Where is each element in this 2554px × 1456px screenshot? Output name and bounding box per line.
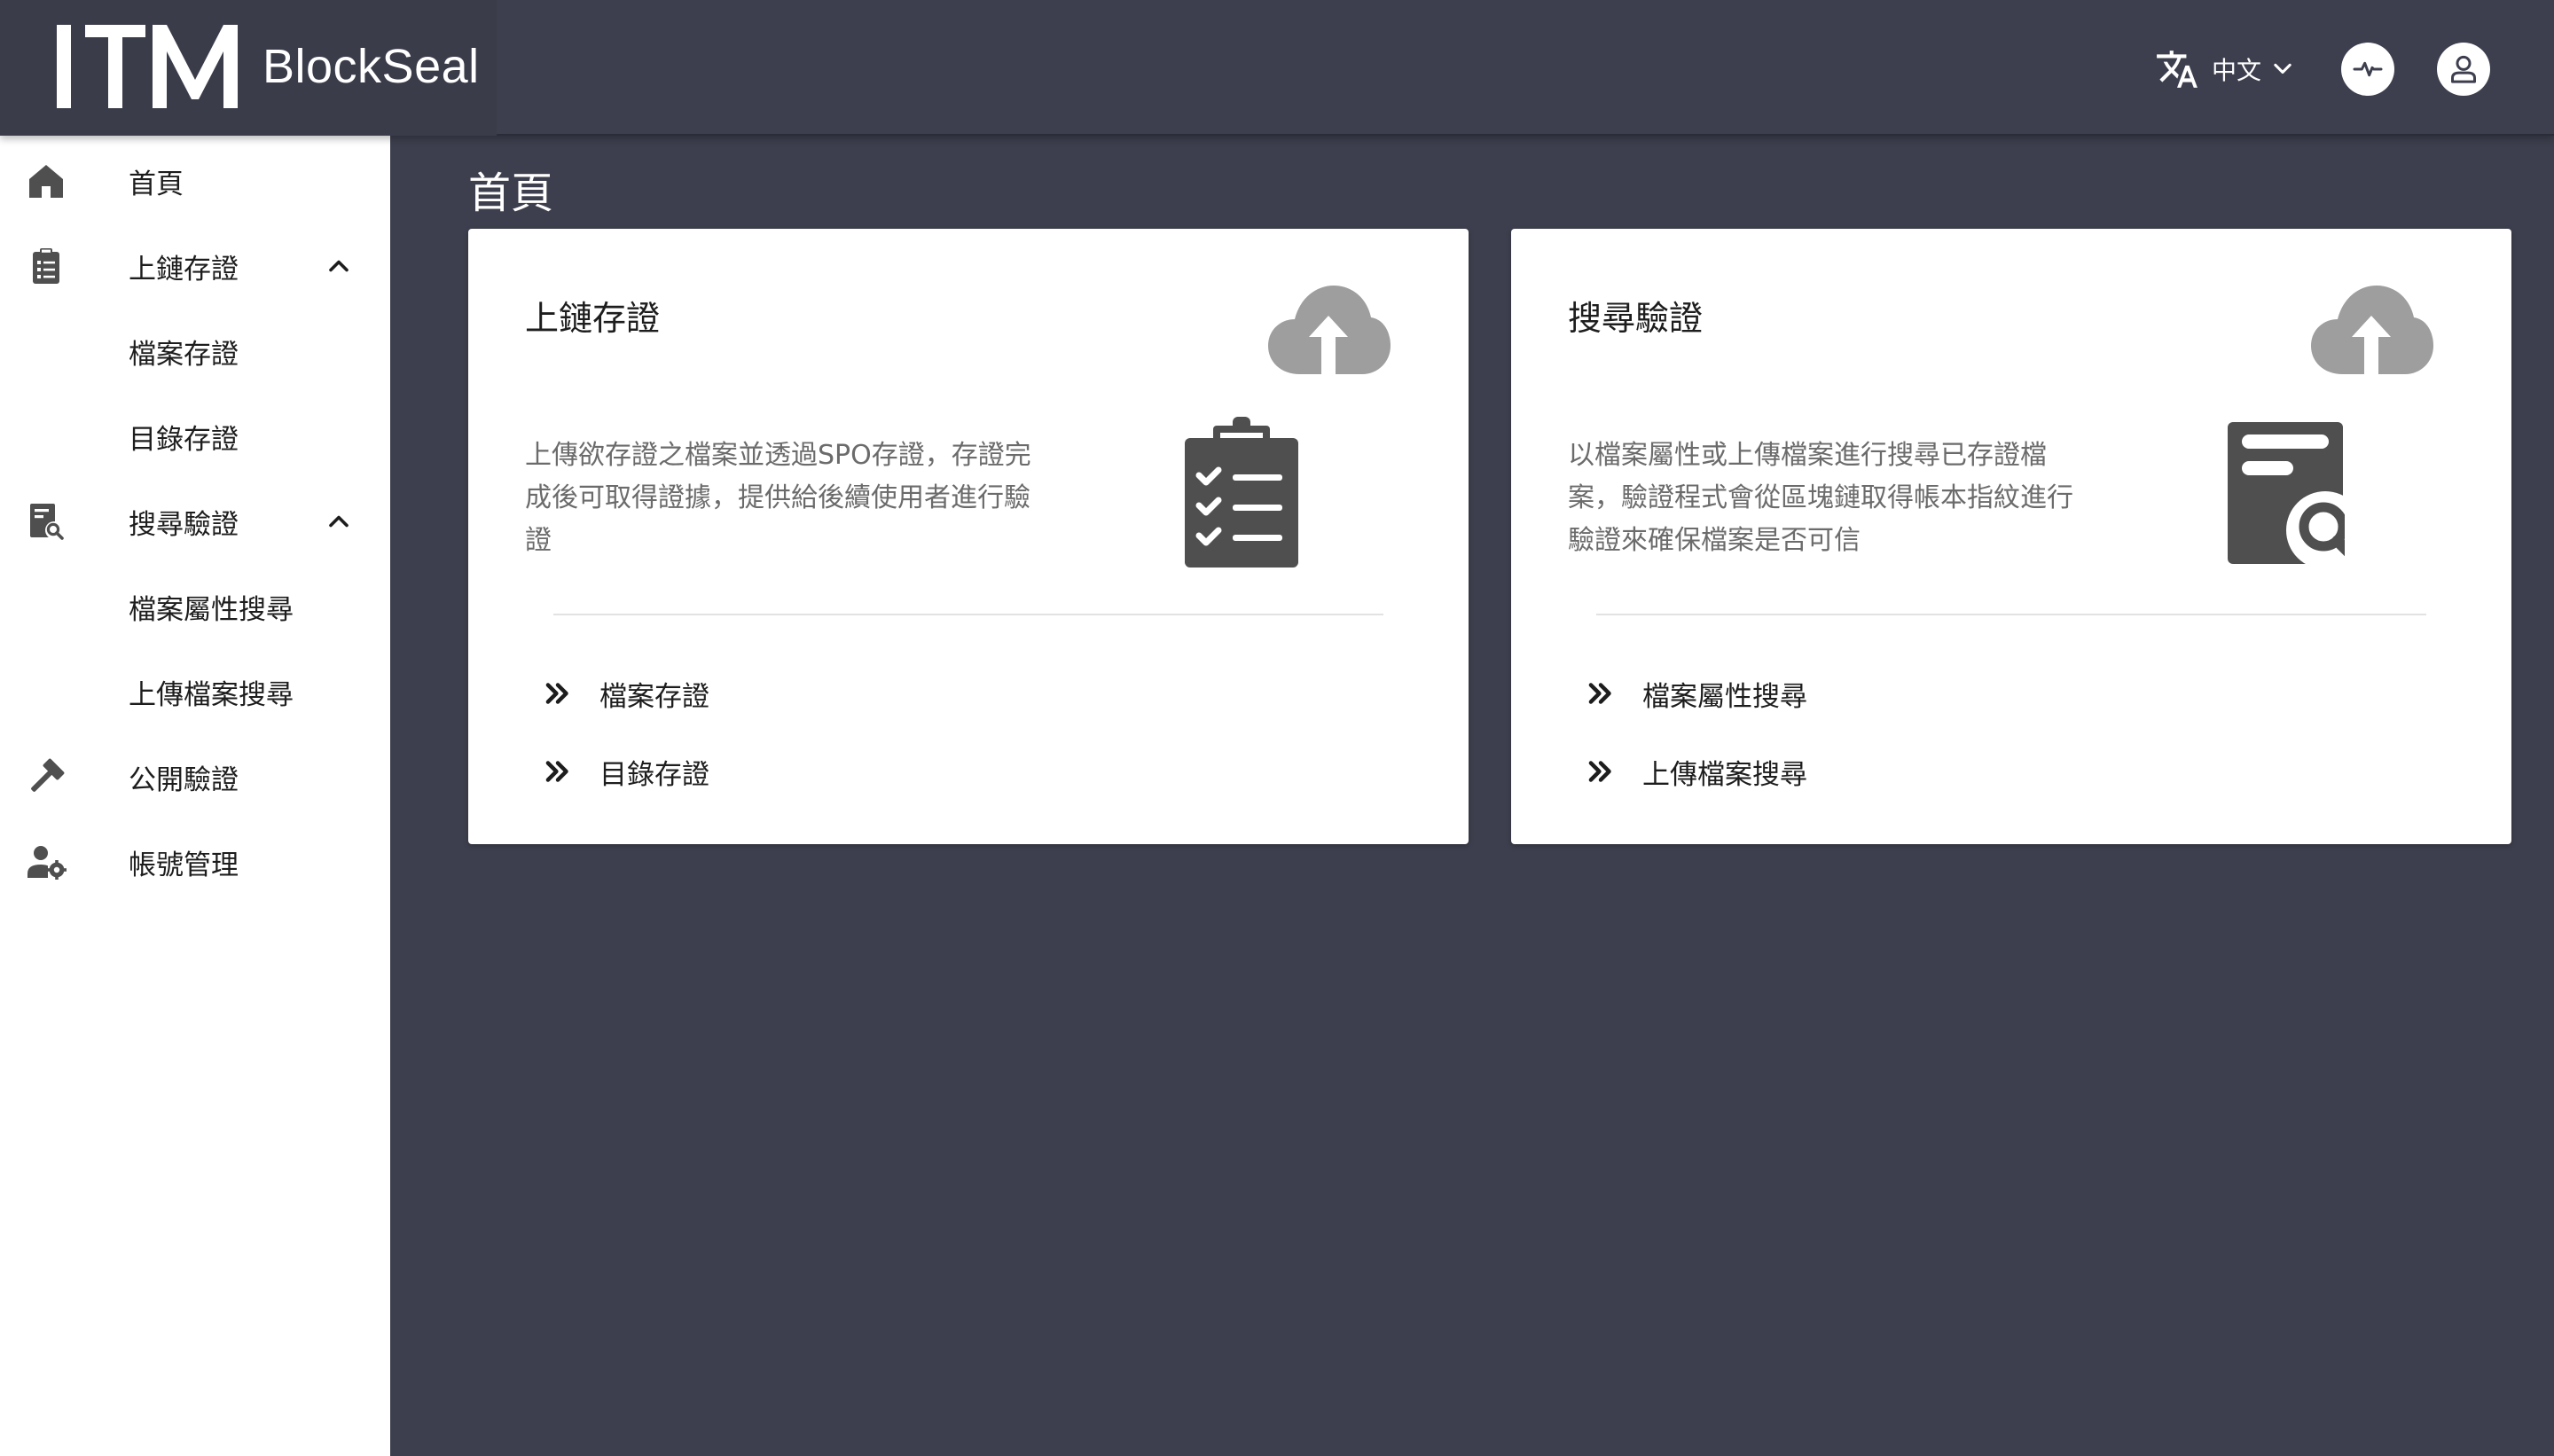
translate-icon [2157,51,2198,88]
sidebar-item-upload-evidence[interactable]: 上鏈存證 [0,223,390,309]
file-search-icon [30,504,64,540]
sidebar-item-label: 上傳檔案搜尋 [129,678,294,711]
sidebar-item-label: 公開驗證 [129,763,239,796]
user-gear-icon [27,846,67,880]
sidebar-item-label: 目錄存證 [129,423,239,456]
pulse-icon [2353,61,2383,77]
card-link-upload-search[interactable]: 上傳檔案搜尋 [1584,745,1807,798]
sidebar-item-search-verify[interactable]: 搜尋驗證 [0,479,390,564]
card-title: 搜尋驗證 [1568,299,1704,338]
double-chevron-right-icon [1588,683,1611,704]
chevron-up-icon [329,515,349,528]
card-link-label: 檔案屬性搜尋 [1642,680,1807,713]
page-title: 首頁 [468,168,554,218]
double-chevron-right-icon [545,761,568,782]
card-link-label: 上傳檔案搜尋 [1642,758,1807,791]
sidebar-item-label: 檔案存證 [129,338,239,371]
card-title: 上鏈存證 [525,299,661,338]
clipboard-check-icon [1185,417,1298,568]
card-link-label: 目錄存證 [599,758,709,791]
sidebar-item-public-verify[interactable]: 公開驗證 [0,734,390,819]
card-link-file-evidence[interactable]: 檔案存證 [541,667,709,720]
chevron-up-icon [329,260,349,272]
file-search-icon [2228,422,2345,568]
itm-logo-mark [57,25,238,108]
card-link-directory-evidence[interactable]: 目錄存證 [541,745,709,798]
card-link-attribute-search[interactable]: 檔案屬性搜尋 [1584,667,1807,720]
sidebar-item-label: 搜尋驗證 [129,508,239,541]
double-chevron-right-icon [545,683,568,704]
language-selector[interactable]: 中文 [2155,44,2295,94]
card-description: 以檔案屬性或上傳檔案進行搜尋已存證檔案，驗證程式會從區塊鏈取得帳本指紋進行驗證來… [1568,440,2073,556]
clipboard-list-icon [33,248,59,284]
sidebar-item-directory-evidence[interactable]: 目錄存證 [0,394,390,479]
chevron-down-icon [2274,63,2292,74]
double-chevron-right-icon [1588,761,1611,782]
card-divider [1596,614,2426,615]
card-description: 上傳欲存證之檔案並透過SPO存證，存證完成後可取得證據，提供給後續使用者進行驗證 [525,440,1031,556]
sidebar-item-home[interactable]: 首頁 [0,138,390,223]
language-label: 中文 [2212,56,2262,85]
sidebar-item-label: 檔案屬性搜尋 [129,593,294,626]
sidebar-item-label: 上鏈存證 [129,253,239,286]
brand-logo[interactable]: BlockSeal [0,0,497,136]
top-bar: BlockSeal 中文 [0,0,2554,136]
user-menu-button[interactable] [2437,43,2490,96]
gavel-icon [31,758,65,792]
activity-button[interactable] [2341,43,2394,96]
sidebar-item-account-management[interactable]: 帳號管理 [0,819,390,904]
cloud-upload-icon [2311,286,2433,374]
cloud-upload-icon [1268,286,1391,374]
sidebar-item-label: 首頁 [129,168,184,200]
card-link-label: 檔案存證 [599,680,709,713]
search-verify-card: 搜尋驗證 以檔案屬性或上傳檔案進行搜尋已存證檔案，驗證程式會從區塊鏈取得帳本指紋… [1511,229,2511,844]
sidebar-item-file-evidence[interactable]: 檔案存證 [0,309,390,394]
brand-name: BlockSeal [262,40,480,93]
sidebar-item-upload-search[interactable]: 上傳檔案搜尋 [0,649,390,734]
upload-evidence-card: 上鏈存證 上傳欲存證之檔案並透過SPO存證，存證完成後可取得證據，提供給後續使用… [468,229,1469,844]
card-divider [553,614,1383,615]
sidebar: 首頁 上鏈存證 檔案存證 目錄存證 搜尋驗證 檔案屬性搜尋 上傳檔案搜尋 公開驗… [0,136,390,1456]
user-icon [2451,55,2476,83]
sidebar-item-attribute-search[interactable]: 檔案屬性搜尋 [0,564,390,649]
home-icon [29,165,63,198]
sidebar-item-label: 帳號管理 [129,849,239,881]
